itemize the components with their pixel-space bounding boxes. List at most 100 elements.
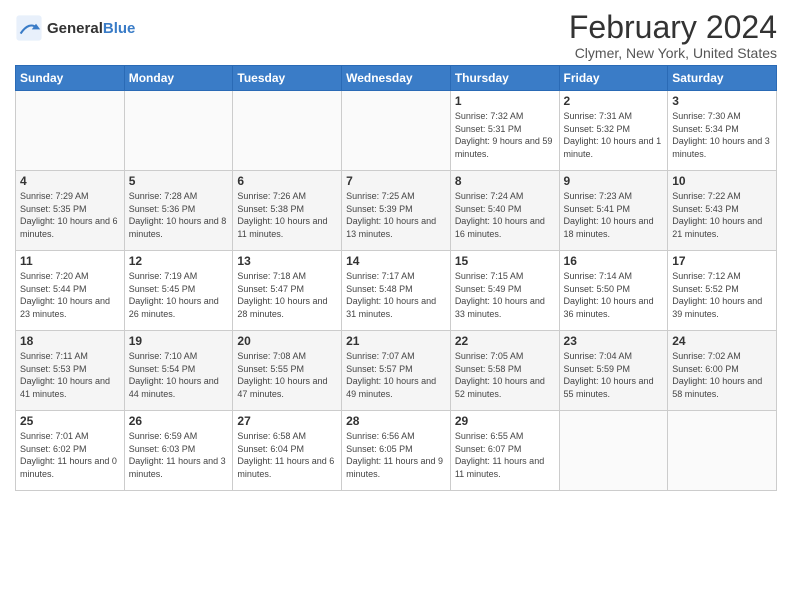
day-info: Sunrise: 7:29 AMSunset: 5:35 PMDaylight:… [20, 190, 120, 240]
calendar-day-cell [342, 91, 451, 171]
day-info: Sunrise: 7:26 AMSunset: 5:38 PMDaylight:… [237, 190, 337, 240]
day-number: 7 [346, 174, 446, 188]
day-number: 25 [20, 414, 120, 428]
day-info: Sunrise: 7:10 AMSunset: 5:54 PMDaylight:… [129, 350, 229, 400]
day-info: Sunrise: 7:22 AMSunset: 5:43 PMDaylight:… [672, 190, 772, 240]
calendar-day-cell: 9 Sunrise: 7:23 AMSunset: 5:41 PMDaylight… [559, 171, 668, 251]
calendar-week-row: 1 Sunrise: 7:32 AMSunset: 5:31 PMDaylight… [16, 91, 777, 171]
header-saturday: Saturday [668, 66, 777, 91]
calendar-day-cell [559, 411, 668, 491]
day-info: Sunrise: 7:02 AMSunset: 6:00 PMDaylight:… [672, 350, 772, 400]
calendar-header: Sunday Monday Tuesday Wednesday Thursday… [16, 66, 777, 91]
calendar-day-cell: 25 Sunrise: 7:01 AMSunset: 6:02 PMDayligh… [16, 411, 125, 491]
calendar-title: February 2024 [569, 10, 777, 45]
calendar-day-cell: 10 Sunrise: 7:22 AMSunset: 5:43 PMDayligh… [668, 171, 777, 251]
day-info: Sunrise: 7:24 AMSunset: 5:40 PMDaylight:… [455, 190, 555, 240]
day-number: 11 [20, 254, 120, 268]
calendar-day-cell [233, 91, 342, 171]
calendar-day-cell: 14Sunrise: 7:17 AMSunset: 5:48 PMDayligh… [342, 251, 451, 331]
calendar-day-cell: 13 Sunrise: 7:18 AMSunset: 5:47 PMDayligh… [233, 251, 342, 331]
calendar-day-cell: 6 Sunrise: 7:26 AMSunset: 5:38 PMDaylight… [233, 171, 342, 251]
day-info: Sunrise: 7:07 AMSunset: 5:57 PMDaylight:… [346, 350, 446, 400]
calendar-day-cell: 8 Sunrise: 7:24 AMSunset: 5:40 PMDaylight… [450, 171, 559, 251]
day-number: 3 [672, 94, 772, 108]
day-number: 19 [129, 334, 229, 348]
calendar-day-cell [16, 91, 125, 171]
calendar-day-cell: 15 Sunrise: 7:15 AMSunset: 5:49 PMDayligh… [450, 251, 559, 331]
day-info: Sunrise: 6:59 AMSunset: 6:03 PMDaylight:… [129, 430, 229, 480]
calendar-table: Sunday Monday Tuesday Wednesday Thursday… [15, 65, 777, 491]
day-info: Sunrise: 7:04 AMSunset: 5:59 PMDaylight:… [564, 350, 664, 400]
header-monday: Monday [124, 66, 233, 91]
day-info: Sunrise: 7:11 AMSunset: 5:53 PMDaylight:… [20, 350, 120, 400]
day-number: 2 [564, 94, 664, 108]
weekday-header-row: Sunday Monday Tuesday Wednesday Thursday… [16, 66, 777, 91]
day-number: 28 [346, 414, 446, 428]
day-number: 9 [564, 174, 664, 188]
day-number: 4 [20, 174, 120, 188]
calendar-day-cell: 16Sunrise: 7:14 AMSunset: 5:50 PMDayligh… [559, 251, 668, 331]
day-number: 20 [237, 334, 337, 348]
day-number: 15 [455, 254, 555, 268]
header: GeneralBlue February 2024 Clymer, New Yo… [15, 10, 777, 61]
day-info: Sunrise: 6:58 AMSunset: 6:04 PMDaylight:… [237, 430, 337, 480]
day-number: 5 [129, 174, 229, 188]
day-number: 29 [455, 414, 555, 428]
day-number: 18 [20, 334, 120, 348]
title-block: February 2024 Clymer, New York, United S… [569, 10, 777, 61]
day-info: Sunrise: 7:30 AMSunset: 5:34 PMDaylight:… [672, 110, 772, 160]
calendar-day-cell: 1 Sunrise: 7:32 AMSunset: 5:31 PMDaylight… [450, 91, 559, 171]
calendar-day-cell: 26Sunrise: 6:59 AMSunset: 6:03 PMDayligh… [124, 411, 233, 491]
day-number: 6 [237, 174, 337, 188]
day-info: Sunrise: 7:20 AMSunset: 5:44 PMDaylight:… [20, 270, 120, 320]
calendar-day-cell: 18 Sunrise: 7:11 AMSunset: 5:53 PMDayligh… [16, 331, 125, 411]
header-thursday: Thursday [450, 66, 559, 91]
calendar-day-cell: 11 Sunrise: 7:20 AMSunset: 5:44 PMDayligh… [16, 251, 125, 331]
day-info: Sunrise: 7:25 AMSunset: 5:39 PMDaylight:… [346, 190, 446, 240]
calendar-subtitle: Clymer, New York, United States [569, 45, 777, 61]
calendar-day-cell: 12Sunrise: 7:19 AMSunset: 5:45 PMDayligh… [124, 251, 233, 331]
day-number: 23 [564, 334, 664, 348]
calendar-day-cell: 4 Sunrise: 7:29 AMSunset: 5:35 PMDaylight… [16, 171, 125, 251]
day-info: Sunrise: 7:32 AMSunset: 5:31 PMDaylight:… [455, 110, 555, 160]
day-info: Sunrise: 7:01 AMSunset: 6:02 PMDaylight:… [20, 430, 120, 480]
header-sunday: Sunday [16, 66, 125, 91]
calendar-day-cell: 23 Sunrise: 7:04 AMSunset: 5:59 PMDayligh… [559, 331, 668, 411]
day-number: 16 [564, 254, 664, 268]
day-info: Sunrise: 7:17 AMSunset: 5:48 PMDaylight:… [346, 270, 446, 320]
header-wednesday: Wednesday [342, 66, 451, 91]
calendar-page: GeneralBlue February 2024 Clymer, New Yo… [0, 0, 792, 501]
day-info: Sunrise: 6:55 AMSunset: 6:07 PMDaylight:… [455, 430, 555, 480]
day-number: 21 [346, 334, 446, 348]
logo-text: GeneralBlue [47, 20, 135, 37]
calendar-day-cell: 27 Sunrise: 6:58 AMSunset: 6:04 PMDayligh… [233, 411, 342, 491]
calendar-day-cell: 5 Sunrise: 7:28 AMSunset: 5:36 PMDaylight… [124, 171, 233, 251]
day-info: Sunrise: 7:15 AMSunset: 5:49 PMDaylight:… [455, 270, 555, 320]
calendar-day-cell [124, 91, 233, 171]
day-number: 10 [672, 174, 772, 188]
calendar-day-cell: 22Sunrise: 7:05 AMSunset: 5:58 PMDayligh… [450, 331, 559, 411]
day-info: Sunrise: 7:28 AMSunset: 5:36 PMDaylight:… [129, 190, 229, 240]
day-number: 12 [129, 254, 229, 268]
calendar-day-cell: 24 Sunrise: 7:02 AMSunset: 6:00 PMDayligh… [668, 331, 777, 411]
day-number: 22 [455, 334, 555, 348]
calendar-body: 1 Sunrise: 7:32 AMSunset: 5:31 PMDaylight… [16, 91, 777, 491]
day-info: Sunrise: 7:23 AMSunset: 5:41 PMDaylight:… [564, 190, 664, 240]
day-number: 13 [237, 254, 337, 268]
logo-icon [15, 14, 43, 42]
day-number: 8 [455, 174, 555, 188]
calendar-day-cell: 20Sunrise: 7:08 AMSunset: 5:55 PMDayligh… [233, 331, 342, 411]
calendar-week-row: 18 Sunrise: 7:11 AMSunset: 5:53 PMDayligh… [16, 331, 777, 411]
day-info: Sunrise: 6:56 AMSunset: 6:05 PMDaylight:… [346, 430, 446, 480]
day-number: 24 [672, 334, 772, 348]
calendar-day-cell: 21 Sunrise: 7:07 AMSunset: 5:57 PMDayligh… [342, 331, 451, 411]
calendar-day-cell: 19 Sunrise: 7:10 AMSunset: 5:54 PMDayligh… [124, 331, 233, 411]
day-info: Sunrise: 7:18 AMSunset: 5:47 PMDaylight:… [237, 270, 337, 320]
day-number: 1 [455, 94, 555, 108]
day-info: Sunrise: 7:12 AMSunset: 5:52 PMDaylight:… [672, 270, 772, 320]
day-info: Sunrise: 7:31 AMSunset: 5:32 PMDaylight:… [564, 110, 664, 160]
logo: GeneralBlue [15, 14, 135, 42]
day-number: 27 [237, 414, 337, 428]
header-tuesday: Tuesday [233, 66, 342, 91]
calendar-day-cell: 3 Sunrise: 7:30 AMSunset: 5:34 PMDaylight… [668, 91, 777, 171]
